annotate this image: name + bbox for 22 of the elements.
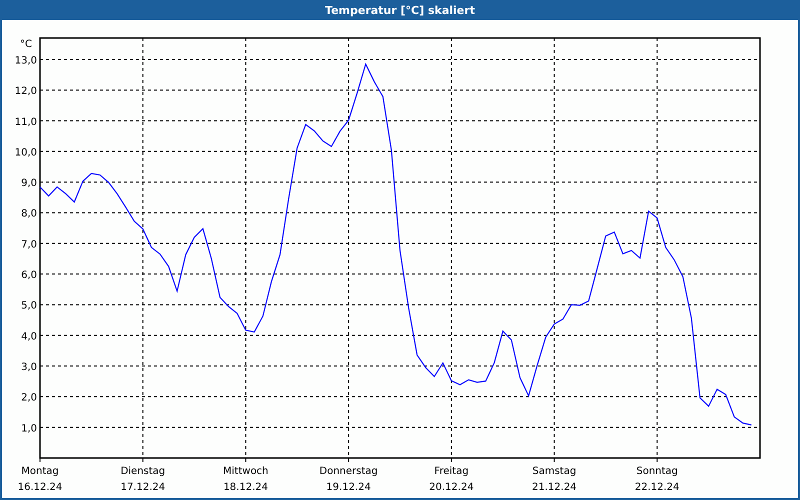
y-tick-label: 10,0 (14, 147, 37, 158)
x-tick-label: Mittwoch 18.12.24 (223, 466, 268, 493)
x-tick-label: Samstag 21.12.24 (532, 466, 577, 493)
y-tick-label: 5,0 (21, 300, 37, 312)
x-tick-label: Dienstag 17.12.24 (120, 466, 166, 493)
y-tick-label: 12,0 (14, 86, 37, 98)
y-tick-label: 2,0 (21, 392, 37, 404)
x-tick-label: Sonntag 22.12.24 (634, 466, 680, 493)
y-tick-label: 6,0 (21, 270, 37, 282)
y-tick-label: 7,0 (21, 239, 37, 250)
y-tick-label: 3,0 (21, 362, 37, 374)
window-title: Temperatur [°C] skaliert (325, 4, 475, 16)
x-tick-label: Freitag 20.12.24 (429, 466, 474, 493)
x-tick-label: Montag 16.12.24 (18, 466, 62, 493)
y-tick-label: 9,0 (21, 178, 37, 190)
y-axis-unit: °C (20, 39, 32, 50)
y-tick-label: 13,0 (14, 55, 37, 66)
x-tick-label: Donnerstag 19.12.24 (319, 466, 378, 493)
y-tick-label: 4,0 (21, 331, 37, 342)
y-tick-label: 8,0 (21, 208, 37, 220)
y-tick-label: 11,0 (14, 116, 37, 128)
y-tick-label: 1,0 (21, 423, 37, 434)
